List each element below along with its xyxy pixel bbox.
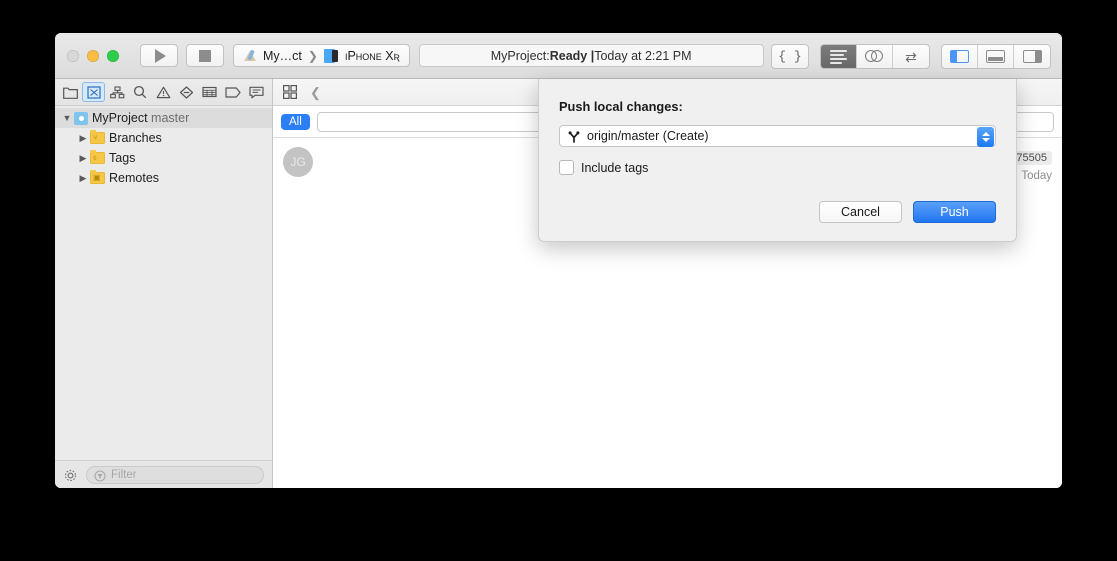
xcode-window: My…ct ❯ iPhone Xʀ MyProject: Ready | Tod…: [55, 33, 1062, 488]
stop-icon: [199, 49, 211, 62]
quad-view-icon[interactable]: [278, 82, 301, 102]
window-body: ▼ MyProject master ▶ ⑂ Branches ▶ ⬨ Tags…: [55, 79, 1062, 488]
tree-row-tags[interactable]: ▶ ⬨ Tags: [55, 148, 272, 168]
repository-icon: [74, 111, 88, 125]
utilities-toggle-icon: [1022, 50, 1042, 63]
tree-row-repository[interactable]: ▼ MyProject master: [55, 108, 272, 128]
find-navigator-icon[interactable]: [129, 82, 152, 102]
run-button[interactable]: [140, 44, 178, 67]
library-button[interactable]: { }: [772, 45, 808, 68]
remote-branch-popup[interactable]: origin/master (Create): [559, 125, 996, 147]
tree-label-repository: MyProject: [92, 111, 148, 125]
scheme-destination-selector[interactable]: My…ct ❯ iPhone Xʀ: [233, 44, 410, 67]
disclosure-triangle-icon[interactable]: ▶: [76, 153, 90, 164]
scheme-destination-label: iPhone Xʀ: [344, 48, 400, 63]
play-icon: [155, 48, 166, 63]
toggle-navigator-button[interactable]: [942, 45, 978, 68]
disclosure-triangle-icon[interactable]: ▼: [60, 113, 74, 123]
project-navigator-icon[interactable]: [59, 82, 82, 102]
navigator-sidebar: ▼ MyProject master ▶ ⑂ Branches ▶ ⬨ Tags…: [55, 79, 273, 488]
navigator-selector-bar: [55, 79, 272, 106]
include-tags-label: Include tags: [581, 160, 649, 175]
stop-button[interactable]: [186, 44, 224, 67]
include-tags-row[interactable]: Include tags: [559, 160, 996, 175]
include-tags-checkbox[interactable]: [559, 160, 574, 175]
pane-toggle-group: [941, 44, 1051, 69]
toggle-debug-area-button[interactable]: [978, 45, 1014, 68]
assistant-editor-icon: [865, 50, 884, 63]
avatar: JG: [283, 147, 313, 177]
tree-branch-label: master: [147, 111, 190, 125]
remote-branch-value: origin/master (Create): [587, 129, 709, 143]
xcode-project-icon: [243, 48, 258, 63]
editor-mode-group: ⇄: [820, 44, 930, 69]
debug-area-toggle-icon: [986, 50, 1005, 63]
assistant-editor-button[interactable]: [857, 45, 893, 68]
sheet-button-row: Cancel Push: [559, 201, 996, 223]
test-navigator-icon[interactable]: [175, 82, 198, 102]
source-control-tree: ▼ MyProject master ▶ ⑂ Branches ▶ ⬨ Tags…: [55, 106, 272, 460]
breakpoint-navigator-icon[interactable]: [222, 82, 245, 102]
disclosure-triangle-icon[interactable]: ▶: [76, 173, 90, 184]
funnel-icon: [94, 469, 106, 482]
cancel-button[interactable]: Cancel: [819, 201, 902, 223]
disclosure-triangle-icon[interactable]: ▶: [76, 133, 90, 144]
folder-icon: ⑂: [90, 130, 105, 144]
tree-row-remotes[interactable]: ▶ ▣ Remotes: [55, 168, 272, 188]
toggle-utilities-button[interactable]: [1014, 45, 1050, 68]
status-state: Ready |: [549, 48, 595, 63]
folder-icon: ▣: [90, 170, 105, 184]
scheme-project-label: My…ct: [263, 48, 302, 63]
push-sheet-dialog: Push local changes: origin/master (Creat…: [538, 79, 1017, 242]
status-suffix: Today at 2:21 PM: [594, 48, 692, 63]
symbol-navigator-icon[interactable]: [105, 82, 128, 102]
tree-row-branches[interactable]: ▶ ⑂ Branches: [55, 128, 272, 148]
zoom-button[interactable]: [107, 49, 119, 62]
push-button[interactable]: Push: [913, 201, 996, 223]
sheet-title: Push local changes:: [559, 99, 683, 114]
navigator-filter-bar: Filter: [55, 460, 272, 488]
filter-input[interactable]: Filter: [86, 466, 264, 484]
issue-navigator-icon[interactable]: [152, 82, 175, 102]
scheme-separator-icon: ❯: [307, 48, 318, 63]
standard-editor-button[interactable]: [821, 45, 857, 68]
status-prefix: MyProject:: [490, 48, 550, 63]
navigator-toggle-icon: [950, 50, 969, 63]
chevron-left-icon[interactable]: ❮: [304, 82, 327, 102]
source-control-content: ❮ All JG a175505 Today Push local change…: [273, 79, 1062, 488]
library-button-group: { }: [771, 44, 809, 69]
folder-icon: ⬨: [90, 150, 105, 164]
tree-label-branches: Branches: [109, 131, 162, 145]
simulator-icon: [323, 48, 340, 63]
titlebar-right-controls: { } ⇄: [771, 44, 1051, 69]
filter-placeholder: Filter: [111, 469, 137, 481]
activity-status-bar: MyProject: Ready | Today at 2:21 PM: [418, 44, 764, 67]
popup-stepper-icon[interactable]: [977, 127, 994, 147]
branch-icon: [568, 130, 580, 143]
source-control-navigator-icon[interactable]: [82, 82, 106, 102]
traffic-lights: [67, 49, 119, 62]
tree-label-tags: Tags: [109, 151, 136, 165]
version-editor-button[interactable]: ⇄: [893, 45, 929, 68]
braces-icon: { }: [778, 49, 802, 64]
debug-navigator-icon[interactable]: [198, 82, 221, 102]
gear-icon[interactable]: [63, 468, 78, 483]
version-editor-icon: ⇄: [905, 48, 917, 65]
scope-filter-all[interactable]: All: [281, 113, 310, 130]
tree-label-remotes: Remotes: [109, 171, 160, 185]
minimize-button[interactable]: [87, 49, 99, 62]
close-button[interactable]: [67, 49, 79, 62]
window-titlebar: My…ct ❯ iPhone Xʀ MyProject: Ready | Tod…: [55, 33, 1062, 79]
report-navigator-icon[interactable]: [245, 82, 268, 102]
standard-editor-icon: [830, 49, 847, 64]
